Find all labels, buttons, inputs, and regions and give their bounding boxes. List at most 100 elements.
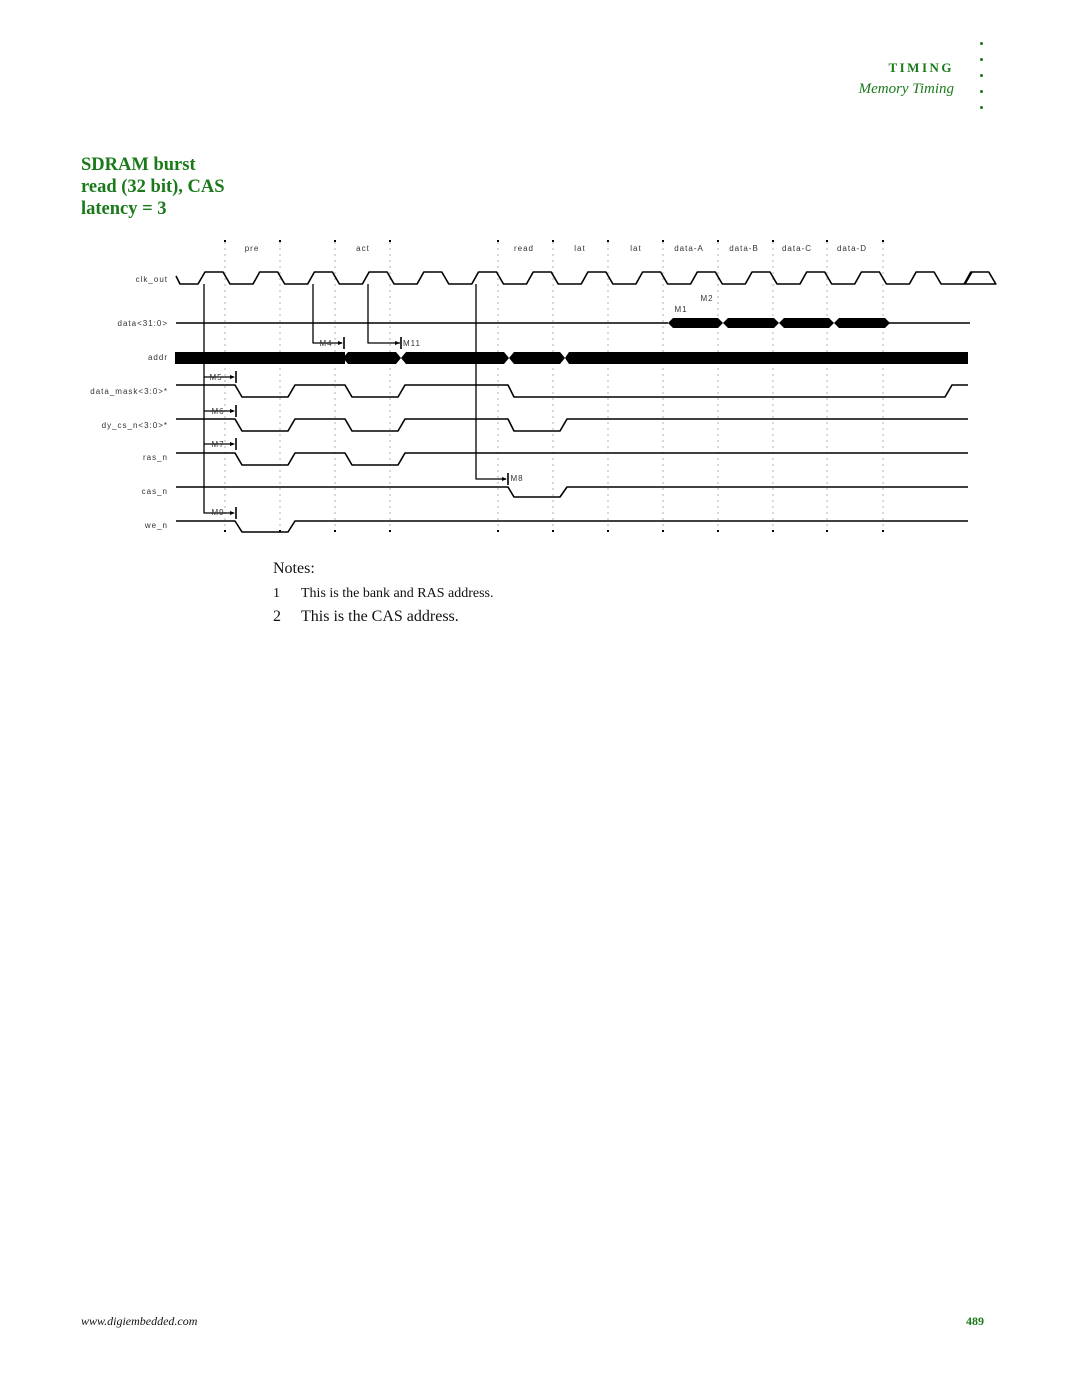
addr-segment bbox=[175, 352, 345, 364]
arrow-icon bbox=[395, 341, 400, 345]
note-item: 2 This is the CAS address. bbox=[273, 608, 493, 626]
arrow-icon bbox=[230, 409, 235, 413]
timing-marker-label: M2 bbox=[700, 294, 713, 303]
timing-markers: M1 M2 M4 M11 M5 M6 M7 M8 M9 bbox=[209, 294, 713, 519]
grid-tick-bottom bbox=[607, 530, 609, 532]
arrow-icon bbox=[230, 511, 235, 515]
timing-marker-label: M9 bbox=[211, 508, 224, 517]
section-title: TIMING bbox=[888, 60, 954, 75]
page-number: 489 bbox=[966, 1314, 984, 1328]
grid-tick-top bbox=[882, 240, 884, 242]
data-mask-trace bbox=[176, 384, 968, 398]
data-burst-segment bbox=[779, 318, 834, 328]
phase-label: lat bbox=[630, 244, 641, 253]
note-number: 2 bbox=[273, 608, 281, 625]
grid-tick-bottom bbox=[882, 530, 884, 532]
phase-labels: pre act read lat lat data-A data-B data-C data-D bbox=[245, 244, 867, 253]
timing-marker-label: M11 bbox=[403, 339, 421, 348]
timing-marker-label: M8 bbox=[510, 474, 523, 483]
phase-label: data-C bbox=[782, 244, 812, 253]
phase-label: lat bbox=[574, 244, 585, 253]
phase-label: data-A bbox=[674, 244, 704, 253]
we-n-trace bbox=[176, 520, 968, 533]
grid-tick-top bbox=[552, 240, 554, 242]
grid-tick-top bbox=[279, 240, 281, 242]
grid-tick-top bbox=[497, 240, 499, 242]
decorative-dots bbox=[980, 42, 986, 122]
signal-label-clk-out: clk_out bbox=[136, 275, 168, 284]
dot-icon bbox=[980, 58, 983, 61]
grid-tick-top bbox=[224, 240, 226, 242]
timing-marker-label: M5 bbox=[209, 373, 222, 382]
signal-label-addr: addr bbox=[148, 353, 168, 362]
running-header: TIMING Memory Timing bbox=[859, 60, 954, 98]
timing-marker-label: M1 bbox=[674, 305, 687, 314]
grid-tick-bottom bbox=[497, 530, 499, 532]
phase-label: data-B bbox=[729, 244, 759, 253]
grid-tick-top bbox=[334, 240, 336, 242]
grid-tick-top bbox=[772, 240, 774, 242]
signal-label-dy-cs-n: dy_cs_n<3:0>* bbox=[102, 421, 168, 430]
timing-marker-label: M4 bbox=[319, 339, 332, 348]
signal-label-data: data<31:0> bbox=[118, 319, 168, 328]
m8-reference-line bbox=[475, 284, 506, 480]
clk-out-trace bbox=[175, 271, 997, 285]
arrow-icon bbox=[502, 477, 507, 481]
grid-tick-bottom bbox=[552, 530, 554, 532]
grid-tick-top bbox=[662, 240, 664, 242]
grid-tick-top bbox=[717, 240, 719, 242]
grid-tick-bottom bbox=[662, 530, 664, 532]
m11-reference-line bbox=[367, 284, 400, 344]
data-burst-segment bbox=[668, 318, 723, 328]
signal-label-data-mask: data_mask<3:0>* bbox=[90, 387, 168, 396]
arrow-icon bbox=[230, 375, 235, 379]
m-reference-line bbox=[203, 284, 234, 514]
notes-title: Notes: bbox=[273, 560, 315, 577]
signal-label-cas-n: cas_n bbox=[142, 487, 168, 496]
grid-tick-top bbox=[389, 240, 391, 242]
grid-tick-bottom bbox=[224, 530, 226, 532]
dot-icon bbox=[980, 90, 983, 93]
figure-title: SDRAM burst read (32 bit), CAS latency =… bbox=[81, 154, 281, 220]
subsection-title: Memory Timing bbox=[858, 81, 954, 97]
ras-n-trace bbox=[176, 452, 968, 466]
figure-title-line: latency = 3 bbox=[81, 199, 167, 219]
signal-labels: clk_out data<31:0> addr data_mask<3:0>* dy_c… bbox=[90, 275, 168, 530]
phase-label: data-D bbox=[837, 244, 867, 253]
dy-cs-n-trace bbox=[176, 418, 968, 432]
timing-marker-label: M7 bbox=[211, 440, 224, 449]
addr-bus-segment bbox=[343, 352, 401, 364]
grid-tick-bottom bbox=[772, 530, 774, 532]
arrow-icon bbox=[338, 341, 343, 345]
m4-reference-line bbox=[312, 284, 342, 344]
note-text: This is the CAS address. bbox=[301, 608, 459, 625]
data-burst-segment bbox=[723, 318, 779, 328]
grid-tick-top bbox=[826, 240, 828, 242]
phase-label: pre bbox=[245, 244, 260, 253]
dot-icon bbox=[980, 106, 983, 109]
cas-n-trace bbox=[176, 486, 968, 498]
phase-label: read bbox=[514, 244, 534, 253]
grid-tick-top bbox=[607, 240, 609, 242]
footer-url[interactable]: www.digiembedded.com bbox=[81, 1314, 197, 1329]
timing-marker-label: M6 bbox=[211, 407, 224, 416]
grid-tick-bottom bbox=[826, 530, 828, 532]
phase-label: act bbox=[356, 244, 370, 253]
dot-icon bbox=[980, 42, 983, 45]
note-number: 1 bbox=[273, 586, 280, 601]
note-item: 1 This is the bank and RAS address. bbox=[273, 586, 493, 602]
notes-section: Notes: 1 This is the bank and RAS addres… bbox=[273, 560, 493, 626]
figure-title-line: SDRAM burst bbox=[81, 155, 196, 175]
dot-icon bbox=[980, 74, 983, 77]
data-burst-segment bbox=[834, 318, 890, 328]
addr-bus-segment bbox=[565, 352, 968, 364]
arrow-icon bbox=[230, 442, 235, 446]
figure-title-line: read (32 bit), CAS bbox=[81, 177, 225, 197]
addr-bus-segment bbox=[401, 352, 509, 364]
addr-bus-segment bbox=[509, 352, 565, 364]
grid-tick-bottom bbox=[389, 530, 391, 532]
signal-label-we-n: we_n bbox=[144, 521, 168, 530]
timing-diagram: pre act read lat lat data-A data-B data-C data-D… bbox=[90, 240, 997, 533]
grid-tick-bottom bbox=[717, 530, 719, 532]
signal-traces bbox=[175, 271, 997, 533]
